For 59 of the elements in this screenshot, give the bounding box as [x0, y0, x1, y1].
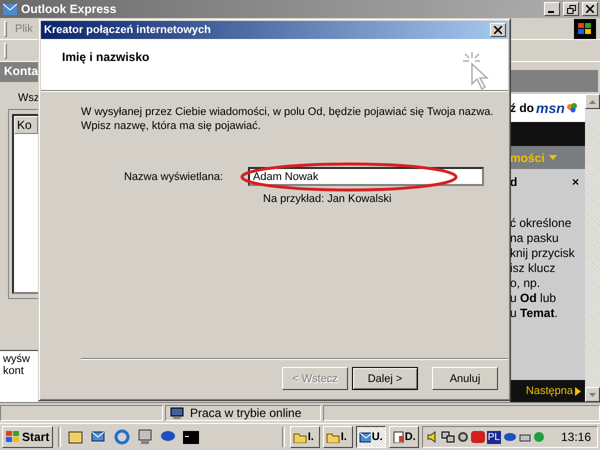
clock: 13:16 [560, 430, 591, 444]
down-arrow-icon [589, 392, 596, 396]
folder-icon [292, 431, 307, 443]
tip-text: u Temat. [510, 306, 559, 321]
intro-text: Wpisz nazwę, która ma się pojawiać. [81, 119, 262, 133]
language-indicator[interactable]: PL [486, 430, 501, 444]
panel-title: Konta [0, 62, 38, 82]
restore-button[interactable] [563, 2, 579, 16]
tip-text: knij przycisk [510, 246, 576, 261]
window-title: Outlook Express [21, 2, 118, 16]
dialog-title: Kreator połączeń internetowych [44, 24, 212, 36]
scroll-down-button[interactable] [585, 387, 600, 402]
task-button[interactable]: I. [322, 426, 353, 448]
envelope-icon [92, 432, 104, 441]
task-button[interactable]: I. [290, 426, 320, 448]
footer-text: wyśw [3, 353, 31, 365]
column-header[interactable]: Ko [14, 116, 38, 134]
play-icon [575, 386, 581, 396]
footer-text: kont [3, 365, 25, 377]
close-button[interactable] [490, 23, 506, 37]
restore-icon [566, 4, 576, 14]
minimize-button[interactable] [544, 2, 560, 16]
scrollbar[interactable] [585, 94, 600, 402]
tray-logo-icon [470, 431, 485, 443]
tip-text: u Od lub [510, 291, 558, 306]
task-button[interactable]: D. [388, 426, 419, 448]
windows-logo-icon [6, 431, 20, 443]
pane-heading: ź do [510, 101, 534, 115]
example-text: Na przykład: Jan Kowalski [263, 193, 392, 205]
document-icon [392, 431, 404, 443]
tip-text: isz klucz [510, 261, 556, 276]
logo-text: msn [536, 100, 565, 116]
status-text: Praca w trybie online [190, 406, 302, 420]
start-button[interactable]: Start [2, 426, 54, 448]
display-name-field[interactable]: Adam Nowak [248, 167, 484, 186]
gear-icon [456, 431, 469, 443]
envelope-icon [358, 431, 371, 443]
app-icon [2, 2, 18, 16]
caret-icon [548, 155, 557, 160]
scroll-up-button[interactable] [585, 94, 600, 109]
wizard-button[interactable]: Anuluj [432, 367, 498, 390]
account-list[interactable]: Ko [12, 114, 38, 294]
field-label: Nazwa wyświetlana: [122, 170, 223, 182]
tip-text: na pasku [510, 231, 560, 246]
page-heading: Imię i nazwisko [62, 50, 150, 66]
tab-label: Wsz [17, 91, 38, 106]
close-link[interactable]: × [572, 175, 579, 190]
up-arrow-icon [589, 100, 596, 104]
task-button[interactable]: U. [356, 426, 386, 448]
close-icon [586, 5, 594, 13]
network-icon [440, 431, 455, 443]
butterfly-icon [566, 103, 577, 113]
close-icon [494, 26, 502, 34]
folder-icon [326, 431, 340, 443]
wizard-button[interactable]: Dalej > [352, 367, 418, 390]
close-button[interactable] [582, 2, 598, 16]
globe-icon [532, 431, 545, 443]
windows-logo-icon [574, 18, 596, 38]
intro-text: W wysyłanej przez Ciebie wiadomości, w polu Od, będzie pojawiać się Twoja nazwa. [81, 105, 494, 119]
